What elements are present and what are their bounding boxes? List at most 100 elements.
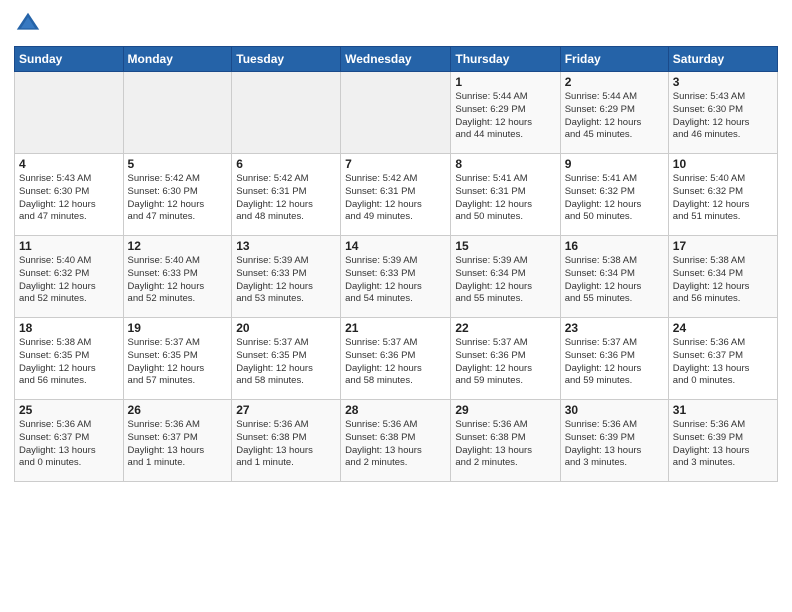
day-info: Sunrise: 5:39 AM Sunset: 6:33 PM Dayligh…	[345, 255, 446, 306]
calendar-cell: 3 Sunrise: 5:43 AM Sunset: 6:30 PM Daylig…	[668, 72, 777, 154]
calendar-table: SundayMondayTuesdayWednesdayThursdayFrid…	[14, 46, 778, 482]
calendar-cell: 29 Sunrise: 5:36 AM Sunset: 6:38 PM Dayli…	[451, 400, 560, 482]
day-info: Sunrise: 5:38 AM Sunset: 6:35 PM Dayligh…	[19, 337, 119, 388]
header-row: SundayMondayTuesdayWednesdayThursdayFrid…	[15, 47, 778, 72]
day-info: Sunrise: 5:39 AM Sunset: 6:33 PM Dayligh…	[236, 255, 336, 306]
day-number: 22	[455, 321, 555, 335]
day-number: 10	[673, 157, 773, 171]
calendar-cell: 15Sunrise: 5:39 AM Sunset: 6:34 PM Dayli…	[451, 236, 560, 318]
day-number: 13	[236, 239, 336, 253]
calendar-cell: 14 Sunrise: 5:39 AM Sunset: 6:33 PM Dayli…	[341, 236, 451, 318]
day-number: 28	[345, 403, 446, 417]
day-number: 11	[19, 239, 119, 253]
day-info: Sunrise: 5:42 AM Sunset: 6:31 PM Dayligh…	[345, 173, 446, 224]
calendar-cell: 7Sunrise: 5:42 AM Sunset: 6:31 PM Daylig…	[341, 154, 451, 236]
day-number: 21	[345, 321, 446, 335]
calendar-cell: 30Sunrise: 5:36 AM Sunset: 6:39 PM Dayli…	[560, 400, 668, 482]
calendar-cell: 17 Sunrise: 5:38 AM Sunset: 6:34 PM Dayli…	[668, 236, 777, 318]
calendar-cell	[232, 72, 341, 154]
calendar-cell: 18Sunrise: 5:38 AM Sunset: 6:35 PM Dayli…	[15, 318, 124, 400]
calendar-cell: 11Sunrise: 5:40 AM Sunset: 6:32 PM Dayli…	[15, 236, 124, 318]
week-row-4: 18Sunrise: 5:38 AM Sunset: 6:35 PM Dayli…	[15, 318, 778, 400]
calendar-cell: 21 Sunrise: 5:37 AM Sunset: 6:36 PM Dayli…	[341, 318, 451, 400]
calendar-cell: 26 Sunrise: 5:36 AM Sunset: 6:37 PM Dayli…	[123, 400, 232, 482]
calendar-header: SundayMondayTuesdayWednesdayThursdayFrid…	[15, 47, 778, 72]
day-info: Sunrise: 5:42 AM Sunset: 6:31 PM Dayligh…	[236, 173, 336, 224]
day-number: 3	[673, 75, 773, 89]
header-day-sunday: Sunday	[15, 47, 124, 72]
day-info: Sunrise: 5:37 AM Sunset: 6:36 PM Dayligh…	[565, 337, 664, 388]
day-info: Sunrise: 5:43 AM Sunset: 6:30 PM Dayligh…	[19, 173, 119, 224]
day-info: Sunrise: 5:36 AM Sunset: 6:38 PM Dayligh…	[236, 419, 336, 470]
day-info: Sunrise: 5:36 AM Sunset: 6:39 PM Dayligh…	[565, 419, 664, 470]
calendar-cell: 1Sunrise: 5:44 AM Sunset: 6:29 PM Daylig…	[451, 72, 560, 154]
calendar-cell: 6 Sunrise: 5:42 AM Sunset: 6:31 PM Daylig…	[232, 154, 341, 236]
header	[14, 10, 778, 38]
day-info: Sunrise: 5:39 AM Sunset: 6:34 PM Dayligh…	[455, 255, 555, 306]
day-info: Sunrise: 5:40 AM Sunset: 6:33 PM Dayligh…	[128, 255, 228, 306]
header-day-saturday: Saturday	[668, 47, 777, 72]
day-number: 12	[128, 239, 228, 253]
day-info: Sunrise: 5:44 AM Sunset: 6:29 PM Dayligh…	[565, 91, 664, 142]
day-info: Sunrise: 5:41 AM Sunset: 6:31 PM Dayligh…	[455, 173, 555, 224]
header-day-wednesday: Wednesday	[341, 47, 451, 72]
day-info: Sunrise: 5:42 AM Sunset: 6:30 PM Dayligh…	[128, 173, 228, 224]
day-info: Sunrise: 5:36 AM Sunset: 6:39 PM Dayligh…	[673, 419, 773, 470]
day-number: 5	[128, 157, 228, 171]
calendar-cell: 4Sunrise: 5:43 AM Sunset: 6:30 PM Daylig…	[15, 154, 124, 236]
header-day-tuesday: Tuesday	[232, 47, 341, 72]
day-info: Sunrise: 5:36 AM Sunset: 6:37 PM Dayligh…	[19, 419, 119, 470]
calendar-cell: 24 Sunrise: 5:36 AM Sunset: 6:37 PM Dayli…	[668, 318, 777, 400]
day-number: 29	[455, 403, 555, 417]
day-number: 1	[455, 75, 555, 89]
day-number: 17	[673, 239, 773, 253]
day-number: 6	[236, 157, 336, 171]
header-day-thursday: Thursday	[451, 47, 560, 72]
calendar-cell: 31 Sunrise: 5:36 AM Sunset: 6:39 PM Dayli…	[668, 400, 777, 482]
day-number: 16	[565, 239, 664, 253]
day-info: Sunrise: 5:36 AM Sunset: 6:37 PM Dayligh…	[128, 419, 228, 470]
calendar-container: SundayMondayTuesdayWednesdayThursdayFrid…	[0, 0, 792, 492]
calendar-cell: 19 Sunrise: 5:37 AM Sunset: 6:35 PM Dayli…	[123, 318, 232, 400]
calendar-cell: 23 Sunrise: 5:37 AM Sunset: 6:36 PM Dayli…	[560, 318, 668, 400]
calendar-cell: 9 Sunrise: 5:41 AM Sunset: 6:32 PM Daylig…	[560, 154, 668, 236]
day-info: Sunrise: 5:36 AM Sunset: 6:38 PM Dayligh…	[455, 419, 555, 470]
header-day-monday: Monday	[123, 47, 232, 72]
day-number: 25	[19, 403, 119, 417]
calendar-cell: 12 Sunrise: 5:40 AM Sunset: 6:33 PM Dayli…	[123, 236, 232, 318]
calendar-cell	[341, 72, 451, 154]
day-number: 8	[455, 157, 555, 171]
calendar-cell: 2Sunrise: 5:44 AM Sunset: 6:29 PM Daylig…	[560, 72, 668, 154]
header-day-friday: Friday	[560, 47, 668, 72]
day-info: Sunrise: 5:37 AM Sunset: 6:36 PM Dayligh…	[345, 337, 446, 388]
day-number: 9	[565, 157, 664, 171]
calendar-cell: 25 Sunrise: 5:36 AM Sunset: 6:37 PM Dayli…	[15, 400, 124, 482]
calendar-cell: 13 Sunrise: 5:39 AM Sunset: 6:33 PM Dayli…	[232, 236, 341, 318]
day-info: Sunrise: 5:41 AM Sunset: 6:32 PM Dayligh…	[565, 173, 664, 224]
day-info: Sunrise: 5:36 AM Sunset: 6:37 PM Dayligh…	[673, 337, 773, 388]
week-row-2: 4Sunrise: 5:43 AM Sunset: 6:30 PM Daylig…	[15, 154, 778, 236]
week-row-1: 1 Sunrise: 5:44 AM Sunset: 6:29 PM Daylig…	[15, 72, 778, 154]
day-number: 27	[236, 403, 336, 417]
calendar-cell	[123, 72, 232, 154]
calendar-cell	[15, 72, 124, 154]
day-info: Sunrise: 5:37 AM Sunset: 6:35 PM Dayligh…	[128, 337, 228, 388]
day-info: Sunrise: 5:40 AM Sunset: 6:32 PM Dayligh…	[673, 173, 773, 224]
calendar-cell: 28Sunrise: 5:36 AM Sunset: 6:38 PM Dayli…	[341, 400, 451, 482]
logo-icon	[14, 10, 42, 38]
logo	[14, 10, 46, 38]
day-info: Sunrise: 5:37 AM Sunset: 6:36 PM Dayligh…	[455, 337, 555, 388]
calendar-cell: 10 Sunrise: 5:40 AM Sunset: 6:32 PM Dayli…	[668, 154, 777, 236]
day-info: Sunrise: 5:38 AM Sunset: 6:34 PM Dayligh…	[673, 255, 773, 306]
day-number: 26	[128, 403, 228, 417]
day-number: 14	[345, 239, 446, 253]
day-number: 24	[673, 321, 773, 335]
day-number: 31	[673, 403, 773, 417]
day-info: Sunrise: 5:43 AM Sunset: 6:30 PM Dayligh…	[673, 91, 773, 142]
day-number: 19	[128, 321, 228, 335]
day-number: 20	[236, 321, 336, 335]
week-row-5: 25 Sunrise: 5:36 AM Sunset: 6:37 PM Dayli…	[15, 400, 778, 482]
day-info: Sunrise: 5:37 AM Sunset: 6:35 PM Dayligh…	[236, 337, 336, 388]
calendar-cell: 5 Sunrise: 5:42 AM Sunset: 6:30 PM Daylig…	[123, 154, 232, 236]
day-number: 23	[565, 321, 664, 335]
